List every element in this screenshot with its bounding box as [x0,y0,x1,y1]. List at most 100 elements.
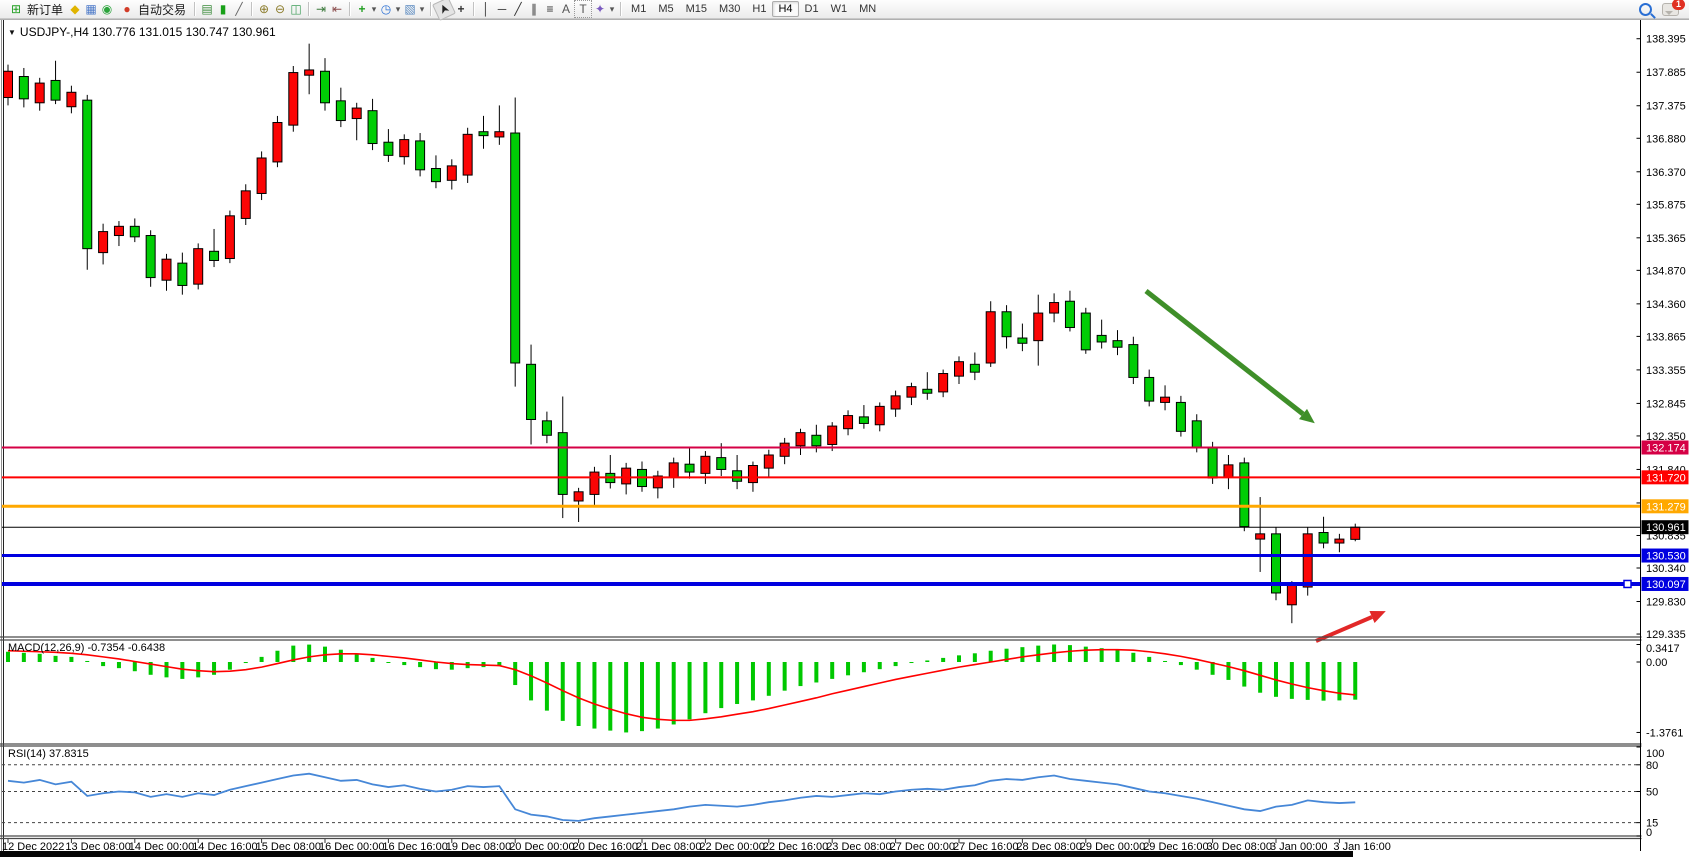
indicators-icon[interactable]: + [354,1,370,17]
pane-separators[interactable] [0,637,1642,839]
tile-windows-icon[interactable]: ◫ [288,1,304,17]
svg-text:130.961: 130.961 [1646,522,1686,534]
timeframe-m1[interactable]: M1 [625,1,652,17]
chart-title-text: USDJPY-,H4 130.776 131.015 130.747 130.9… [20,25,276,39]
mt4-window: ⊞ 新订单 ◆ ▦ ◉ ● 自动交易 ▤ ▮ ╱ ⊕ ⊖ ◫ ⇥ ⇤ + ▾ ◷… [0,0,1689,858]
svg-text:133.355: 133.355 [1646,365,1686,377]
timeframe-m30[interactable]: M30 [713,1,746,17]
svg-text:0: 0 [1646,827,1652,839]
timeframe-w1[interactable]: W1 [825,1,854,17]
notification-badge: 1 [1672,0,1685,10]
line-chart-icon[interactable]: ╱ [231,1,247,17]
rsi-line [8,774,1355,821]
svg-text:50: 50 [1646,787,1658,799]
hline-handle [1624,580,1631,587]
macd-signal-line [8,650,1355,721]
trend-arrows-layer[interactable] [1146,291,1386,641]
zoom-out-icon[interactable]: ⊖ [272,1,288,17]
svg-text:137.885: 137.885 [1646,67,1686,79]
new-order-icon: ⊞ [8,1,24,17]
svg-text:130.097: 130.097 [1646,579,1686,591]
svg-text:129.830: 129.830 [1646,597,1686,609]
bars-chart-icon[interactable]: ▤ [199,1,215,17]
candles-chart-icon[interactable]: ▮ [215,1,231,17]
svg-text:131.279: 131.279 [1646,501,1686,513]
chart-canvas[interactable]: 138.395 137.885 137.375 136.880 136.370 135.8… [0,0,1689,858]
arrows-caret-icon[interactable]: ▾ [608,1,616,17]
text-tool[interactable]: A [558,1,574,17]
periods-caret-icon[interactable]: ▾ [394,1,402,17]
chart-shift-icon[interactable]: ⇤ [329,1,345,17]
svg-text:134.360: 134.360 [1646,299,1686,311]
window-bottom-edge [0,851,1353,857]
vline-tool-icon[interactable]: │ [478,1,494,17]
svg-text:0.00: 0.00 [1646,657,1667,669]
new-order-button[interactable]: ⊞ 新订单 [4,1,67,18]
signal-icon[interactable]: ◉ [99,1,115,17]
price-axis[interactable]: 138.395 137.885 137.375 136.880 136.370 135.8… [1637,20,1686,851]
timeframe-mn[interactable]: MN [853,1,882,17]
svg-text:100: 100 [1646,748,1664,760]
price-lines-layer[interactable] [2,447,1641,587]
candles-layer [4,44,1360,624]
svg-text:138.395: 138.395 [1646,34,1686,46]
indicators-caret-icon[interactable]: ▾ [370,1,378,17]
svg-text:129.335: 129.335 [1646,629,1686,641]
eraser-icon[interactable]: ◆ [67,1,83,17]
rsi-label: RSI(14) 37.8315 [8,748,89,760]
svg-text:130.530: 130.530 [1646,551,1686,563]
fibonacci-tool-icon[interactable]: ≡ [542,1,558,17]
toolbar-separator [194,2,195,16]
svg-text:-1.3761: -1.3761 [1646,727,1683,739]
chart-window-icon[interactable]: ▦ [83,1,99,17]
toolbar-separator [349,2,350,16]
chart-menu-icon[interactable]: ▼ [8,28,16,37]
toolbar-separator [308,2,309,16]
window-frame [0,20,1689,852]
channel-tool-icon[interactable]: ∥ [526,1,542,17]
svg-text:134.870: 134.870 [1646,265,1686,277]
periods-icon[interactable]: ◷ [378,1,394,17]
templates-icon[interactable]: ▧ [402,1,418,17]
toolbar-separator [430,2,431,16]
svg-text:135.365: 135.365 [1646,233,1686,245]
autotrading-icon: ● [119,1,135,17]
autoscroll-icon[interactable]: ⇥ [313,1,329,17]
timeframe-m5[interactable]: M5 [652,1,679,17]
toolbar-separator [473,2,474,16]
trendline-tool-icon[interactable]: ╱ [510,1,526,17]
svg-text:136.370: 136.370 [1646,167,1686,179]
zoom-in-icon[interactable]: ⊕ [256,1,272,17]
toolbar-separator [251,2,252,16]
svg-text:0.3417: 0.3417 [1646,643,1680,655]
notifications-icon[interactable]: 1 [1662,3,1679,16]
autotrading-button[interactable]: ● 自动交易 [115,1,190,18]
crosshair-tool-icon[interactable]: + [453,1,469,17]
toolbar: ⊞ 新订单 ◆ ▦ ◉ ● 自动交易 ▤ ▮ ╱ ⊕ ⊖ ◫ ⇥ ⇤ + ▾ ◷… [0,0,1689,19]
timeframe-h4[interactable]: H4 [772,1,798,17]
rsi-pane: 1008050150 [2,747,1664,839]
timeframe-h1[interactable]: H1 [746,1,772,17]
svg-text:135.875: 135.875 [1646,199,1686,211]
svg-text:133.865: 133.865 [1646,331,1686,343]
new-order-label: 新订单 [27,1,63,18]
macd-label: MACD(12,26,9) -0.7354 -0.6438 [8,642,165,654]
arrows-tool-icon[interactable]: ✦ [592,1,608,17]
label-tool[interactable]: T [574,0,592,18]
templates-caret-icon[interactable]: ▾ [418,1,426,17]
svg-text:80: 80 [1646,760,1658,772]
chart-title: ▼ USDJPY-,H4 130.776 131.015 130.747 130.… [8,25,276,39]
svg-text:136.880: 136.880 [1646,133,1686,145]
timeframe-m15[interactable]: M15 [680,1,713,17]
search-icon[interactable] [1639,3,1652,16]
svg-text:130.340: 130.340 [1646,563,1686,575]
timeframe-d1[interactable]: D1 [799,1,825,17]
svg-text:131.720: 131.720 [1646,472,1686,484]
hline-tool-icon[interactable]: ─ [494,1,510,17]
green-down-arrow [1146,291,1303,414]
macd-pane: 0.3417 0.00 -1.3761 [6,643,1683,739]
autotrading-label: 自动交易 [138,1,186,18]
svg-text:132.845: 132.845 [1646,398,1686,410]
svg-text:137.375: 137.375 [1646,101,1686,113]
toolbar-separator [620,2,621,16]
